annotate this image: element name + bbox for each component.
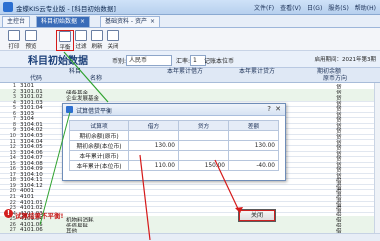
col-direction: 方向: [334, 75, 347, 82]
diff-cell: [228, 150, 279, 161]
menu-bar: 文件(F) 查看(V) 日(G) 服务(S) 帮助(H): [254, 3, 376, 12]
menu-day[interactable]: 日(G): [307, 3, 322, 12]
debit-cell: [128, 150, 179, 161]
help-icon[interactable]: ?: [267, 105, 271, 113]
col-opening: 期初余额: [316, 68, 341, 75]
currency-label: 币别:: [112, 58, 127, 65]
page-title: 科目初始数据: [28, 56, 88, 67]
row-label: 期初余额(本位币): [69, 140, 129, 151]
col-name: 名称: [89, 75, 102, 82]
debit-cell: [128, 130, 179, 141]
credit-cell: [178, 150, 229, 161]
table-row: 本年累计(原币): [69, 150, 279, 161]
vertical-scrollbar[interactable]: [374, 83, 380, 233]
rate-note: 记账本位币: [204, 58, 235, 65]
tab-close-icon[interactable]: ×: [150, 18, 155, 25]
balance-button[interactable]: 平衡: [56, 30, 74, 51]
close-icon: [107, 30, 119, 41]
filter-button[interactable]: 过滤: [73, 30, 89, 50]
table-row: 期初余额(原币): [69, 130, 279, 141]
result-message: 试算结果不平衡!: [15, 212, 64, 220]
menu-view[interactable]: 查看(V): [280, 3, 301, 12]
preview-icon: [25, 30, 37, 41]
credit-cell: [178, 140, 229, 151]
row-label: 本年累计(原币): [69, 150, 129, 161]
balance-table: 试算项 借方 贷方 差额 期初余额(原币) 期初余额(本位币) 130.00 1…: [69, 120, 279, 171]
col-year-credit: 本年累计贷方: [238, 68, 275, 75]
header-item: 试算项: [69, 120, 129, 131]
window-title: 金蝶KIS云专业版 - [科目初始数据]: [16, 5, 116, 13]
diff-cell: 130.00: [228, 140, 279, 151]
preview-button[interactable]: 预览: [23, 30, 39, 50]
col-opening-sub: 原币: [322, 75, 335, 82]
debit-cell: 110.00: [128, 160, 179, 171]
dialog-title: 试算借贷平衡: [76, 108, 113, 115]
dialog-app-icon: [66, 106, 73, 113]
header-diff: 差额: [228, 120, 279, 131]
menu-service[interactable]: 服务(S): [328, 3, 349, 12]
balance-check-dialog: 试算借贷平衡 ? ✕ 试算项 借方 贷方 差额 期初余额(原币) 期初余额(本位…: [62, 103, 286, 181]
printer-icon: [8, 30, 20, 41]
credit-cell: [178, 130, 229, 141]
close-button[interactable]: 关闭: [238, 209, 276, 222]
tab-basic-data-assets[interactable]: 基础资料 - 资产 ×: [100, 16, 161, 27]
header-debit: 借方: [128, 120, 179, 131]
row-label: 期初余额(原币): [69, 130, 129, 141]
row-label: 本年累计(本位币): [69, 160, 129, 171]
period-label: 启用期间：2021年第3期: [314, 57, 377, 63]
col-year-debit: 本年累计借方: [166, 68, 203, 75]
error-icon: !: [4, 209, 13, 218]
col-code: 代码: [29, 75, 42, 82]
col-subject: 科目: [68, 68, 81, 75]
table-row: 本年累计(本位币) 110.00 150.00 -40.00: [69, 160, 279, 171]
scale-icon: [59, 31, 71, 42]
filter-icon: [75, 30, 87, 41]
menu-help[interactable]: 帮助(H): [355, 3, 376, 12]
tab-close-icon[interactable]: ×: [80, 18, 85, 25]
diff-cell: [228, 130, 279, 141]
table-row: 试算项 借方 贷方 差额: [69, 120, 279, 131]
tab-main-console[interactable]: 主控台: [2, 16, 31, 27]
rate-label: 汇率:: [176, 58, 191, 65]
app-logo-icon: [3, 2, 13, 12]
refresh-button[interactable]: 刷新: [89, 30, 105, 50]
print-button[interactable]: 打印: [6, 30, 22, 50]
close-page-button[interactable]: 关闭: [105, 30, 121, 50]
close-icon[interactable]: ✕: [275, 105, 281, 113]
header-credit: 贷方: [178, 120, 229, 131]
credit-cell: 150.00: [178, 160, 229, 171]
debit-cell: 130.00: [128, 140, 179, 151]
table-row: 期初余额(本位币) 130.00 130.00: [69, 140, 279, 151]
diff-cell: -40.00: [228, 160, 279, 171]
currency-select[interactable]: 人民币: [126, 55, 172, 66]
refresh-icon: [91, 30, 103, 41]
menu-file[interactable]: 文件(F): [254, 3, 274, 12]
tab-subject-initial-data[interactable]: 科目初始数据 ×: [36, 16, 91, 27]
